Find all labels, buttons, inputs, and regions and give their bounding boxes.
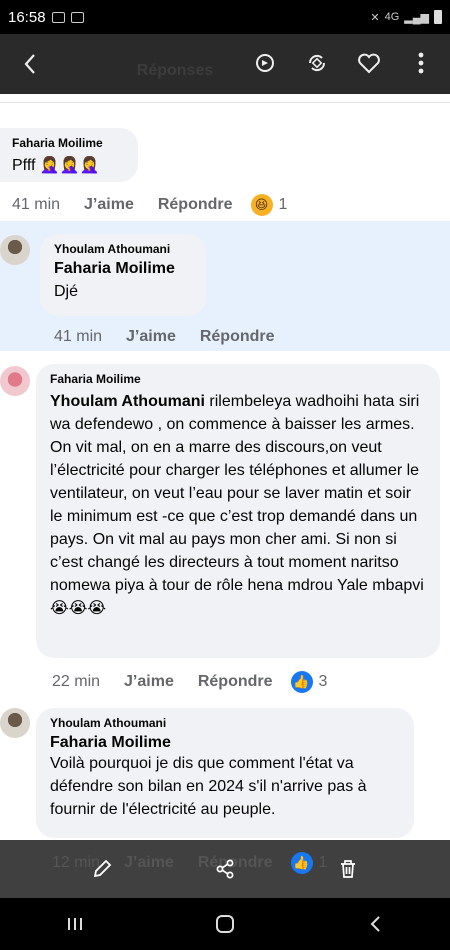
comment-actions: 41 min J’aime Répondre 😆 1 — [12, 194, 287, 216]
comment-text: Djé — [54, 283, 79, 300]
system-back-button[interactable] — [345, 904, 405, 944]
bottom-toolbar: 12 min J’aime Répondre 👍 1 — [0, 840, 450, 898]
comment-time[interactable]: 41 min — [12, 196, 60, 214]
trash-icon — [341, 860, 356, 878]
status-time: 16:58 — [8, 8, 46, 26]
recent-apps-button[interactable] — [45, 904, 105, 944]
reply-button[interactable]: Répondre — [158, 196, 233, 214]
reaction-summary[interactable]: 👍 1 — [290, 852, 328, 874]
comment-actions: 22 min J’aime Répondre 👍 3 — [52, 671, 327, 693]
comment-bubble[interactable]: Faharia Moilime Pfff 🤦‍♀️🤦‍♀️🤦‍♀️ — [0, 128, 138, 182]
reaction-summary[interactable]: 👍 3 — [290, 671, 328, 693]
auto-rotate-icon — [308, 54, 326, 72]
like-button[interactable]: J’aime — [126, 328, 176, 346]
network-label: 4G — [384, 11, 400, 23]
divider — [0, 102, 450, 103]
reaction-count: 3 — [318, 673, 328, 690]
mute-icon: ✕ — [370, 11, 380, 24]
comment-bubble[interactable]: Yhoulam Athoumani Faharia Moilime Djé — [40, 234, 206, 316]
like-button[interactable]: J’aime — [124, 673, 174, 691]
pencil-icon — [93, 859, 111, 878]
home-icon — [216, 915, 234, 933]
rotate-screen-icon — [256, 54, 274, 72]
reaction-summary[interactable]: 😆 1 — [250, 194, 288, 216]
recent-apps-icon — [68, 918, 82, 930]
share-button[interactable] — [205, 849, 245, 889]
heart-icon — [358, 53, 380, 74]
haha-emoji-icon: 😆 — [250, 194, 273, 216]
rotate-button[interactable] — [250, 46, 280, 80]
avatar[interactable] — [0, 366, 30, 396]
like-button[interactable]: J’aime — [84, 196, 134, 214]
comment-thread: Faharia Moilime Pfff 🤦‍♀️🤦‍♀️🤦‍♀️ 41 min… — [0, 94, 450, 840]
comment-actions: 41 min J’aime Répondre — [54, 328, 293, 346]
comment-bubble[interactable]: Yhoulam Athoumani Faharia Moilime Voilà … — [36, 708, 414, 838]
avatar[interactable] — [0, 708, 30, 738]
mention[interactable]: Yhoulam Athoumani — [50, 393, 205, 410]
like-thumb-icon: 👍 — [290, 852, 313, 874]
more-vertical-icon — [418, 52, 424, 74]
auto-rotate-button[interactable] — [302, 46, 332, 80]
mention[interactable]: Faharia Moilime — [50, 734, 400, 752]
reaction-count: 1 — [278, 196, 288, 213]
signal-icon: ▂▄▆ — [404, 11, 429, 24]
comment-author[interactable]: Faharia Moilime — [50, 372, 426, 386]
mention[interactable]: Faharia Moilime — [54, 260, 192, 278]
home-button[interactable] — [195, 904, 255, 944]
comment-author[interactable]: Yhoulam Athoumani — [54, 242, 192, 256]
comment-author[interactable]: Faharia Moilime — [12, 136, 124, 150]
comment-bubble[interactable]: Faharia Moilime Yhoulam Athoumani rilemb… — [36, 364, 440, 658]
app-header: Réponses — [0, 34, 450, 94]
comment-text: Yhoulam Athoumani rilembeleya wadhoihi h… — [50, 390, 426, 620]
like-thumb-icon: 👍 — [290, 671, 313, 693]
comment-text: Pfff 🤦‍♀️🤦‍♀️🤦‍♀️ — [12, 157, 100, 174]
comment-text: Voilà pourquoi je dis que comment l'état… — [50, 755, 367, 818]
back-arrow-icon — [370, 916, 380, 932]
comment-author[interactable]: Yhoulam Athoumani — [50, 716, 400, 730]
like-button[interactable]: J’aime — [124, 854, 174, 872]
reply-button[interactable]: Répondre — [200, 328, 275, 346]
delete-button[interactable] — [328, 849, 368, 889]
status-bar: 16:58 ✕ 4G ▂▄▆ — [0, 0, 450, 34]
share-icon — [216, 859, 234, 879]
avatar[interactable] — [0, 235, 30, 265]
favorite-button[interactable] — [354, 46, 384, 80]
system-nav-bar — [0, 898, 450, 950]
reaction-count: 1 — [318, 854, 328, 871]
settings-icon — [70, 11, 84, 23]
battery-icon — [434, 10, 442, 24]
comment-time[interactable]: 22 min — [52, 673, 100, 691]
comment-time[interactable]: 41 min — [54, 328, 102, 346]
gallery-icon — [51, 11, 65, 23]
comment-body: rilembeleya wadhoihi hata siri wa defend… — [50, 393, 424, 617]
reply-button[interactable]: Répondre — [198, 673, 273, 691]
more-options-button[interactable] — [406, 46, 436, 80]
edit-button[interactable] — [82, 849, 122, 889]
